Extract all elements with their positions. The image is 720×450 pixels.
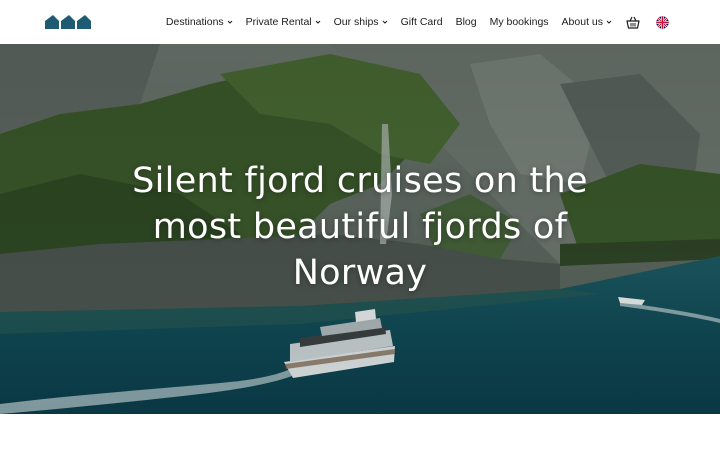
uk-flag-icon xyxy=(655,15,669,29)
site-header: Destinations Private Rental Our ships Gi… xyxy=(0,0,720,44)
nav-blog-label: Blog xyxy=(455,16,477,28)
hero-title: Silent fjord cruises on the most beautif… xyxy=(132,161,588,293)
nav-blog[interactable]: Blog xyxy=(456,16,477,28)
nav-my-bookings-label: My bookings xyxy=(489,16,549,28)
chevron-down-icon xyxy=(227,20,233,24)
cart-button[interactable] xyxy=(625,14,641,30)
nav-our-ships-label: Our ships xyxy=(333,16,379,28)
nav-private-rental-label: Private Rental xyxy=(245,16,312,28)
chevron-down-icon xyxy=(382,20,387,24)
brand-logo[interactable] xyxy=(45,13,91,31)
nav-about-us-label: About us xyxy=(561,16,603,28)
nav-private-rental[interactable]: Private Rental xyxy=(246,16,321,28)
language-selector[interactable] xyxy=(654,14,670,30)
chevron-down-icon xyxy=(606,20,612,24)
chevron-down-icon xyxy=(315,20,320,24)
main-nav: Destinations Private Rental Our ships Gi… xyxy=(166,0,670,44)
nav-my-bookings[interactable]: My bookings xyxy=(490,16,549,28)
nav-gift-card-label: Gift Card xyxy=(400,16,443,28)
nav-gift-card[interactable]: Gift Card xyxy=(401,16,443,28)
nav-destinations-label: Destinations xyxy=(165,16,224,28)
page-content-area xyxy=(0,414,720,450)
basket-icon xyxy=(626,16,640,29)
nav-about-us[interactable]: About us xyxy=(562,16,612,28)
nav-destinations[interactable]: Destinations xyxy=(166,16,233,28)
nav-our-ships[interactable]: Our ships xyxy=(334,16,388,28)
hero-section: Silent fjord cruises on the most beautif… xyxy=(0,44,720,414)
